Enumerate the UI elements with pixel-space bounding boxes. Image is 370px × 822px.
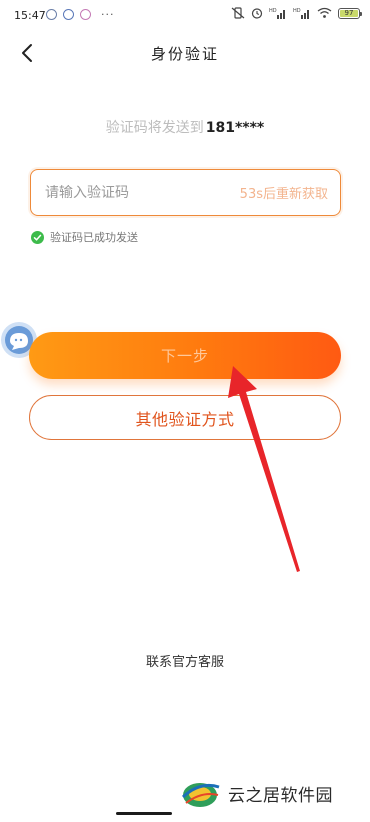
notification-app-icon — [80, 9, 91, 20]
resend-code-button[interactable]: 53s后重新获取 — [240, 183, 328, 202]
other-verification-methods-button[interactable]: 其他验证方式 — [29, 395, 341, 440]
signal-1-icon: HD — [269, 8, 285, 19]
more-notifications-icon: ··· — [101, 7, 115, 21]
signal-2-icon: HD — [293, 8, 309, 19]
status-bar: 15:47 ··· HD HD 97 — [0, 0, 370, 30]
wifi-icon — [317, 7, 332, 18]
notification-app-icon — [46, 9, 57, 20]
status-right-icons: HD HD 97 — [231, 7, 362, 19]
watermark-text: 云之居软件园 — [228, 785, 333, 806]
code-sent-hint: 验证码已成功发送 — [31, 229, 138, 245]
network-label-2: HD — [293, 8, 301, 14]
home-indicator[interactable] — [116, 812, 172, 815]
battery-icon: 97 — [338, 7, 362, 19]
battery-level: 97 — [344, 9, 354, 17]
verification-code-input[interactable] — [45, 184, 240, 201]
watermark-logo-icon — [181, 783, 220, 807]
contact-customer-service-link[interactable]: 联系官方客服 — [0, 651, 370, 670]
network-label-1: HD — [269, 8, 277, 14]
send-info: 验证码将发送到 181**** — [0, 117, 370, 137]
status-time: 15:47 — [14, 9, 46, 22]
send-info-prefix: 验证码将发送到 — [105, 120, 204, 136]
masked-phone-number: 181**** — [205, 120, 265, 136]
notification-icons: ··· — [46, 9, 115, 20]
verification-code-field: 53s后重新获取 — [30, 169, 341, 216]
vibrate-off-icon — [231, 7, 245, 19]
screen: 15:47 ··· HD HD 97 身份验证 验证码将发送到 181**** … — [0, 0, 370, 822]
page-title: 身份验证 — [150, 45, 219, 63]
next-step-button[interactable]: 下一步 — [29, 332, 341, 379]
check-circle-icon — [31, 230, 44, 244]
alarm-icon — [251, 8, 263, 19]
watermark: 云之居软件园 — [180, 775, 333, 811]
notification-app-icon — [63, 9, 74, 20]
code-sent-text: 验证码已成功发送 — [50, 231, 138, 244]
